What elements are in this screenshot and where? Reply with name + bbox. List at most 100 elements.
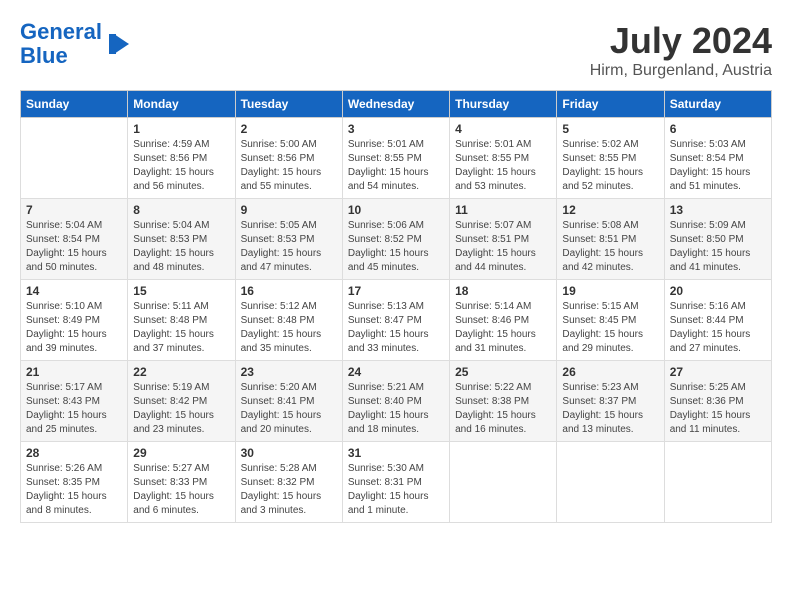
calendar-table: SundayMondayTuesdayWednesdayThursdayFrid… [20, 90, 772, 523]
day-info: Sunrise: 5:16 AM Sunset: 8:44 PM Dayligh… [670, 300, 766, 356]
day-number: 6 [670, 122, 766, 136]
day-info: Sunrise: 5:21 AM Sunset: 8:40 PM Dayligh… [348, 381, 444, 437]
day-number: 9 [241, 203, 337, 217]
day-number: 18 [455, 284, 551, 298]
weekday-header-row: SundayMondayTuesdayWednesdayThursdayFrid… [21, 91, 772, 118]
weekday-header-saturday: Saturday [664, 91, 771, 118]
day-info: Sunrise: 5:15 AM Sunset: 8:45 PM Dayligh… [562, 300, 658, 356]
day-info: Sunrise: 5:01 AM Sunset: 8:55 PM Dayligh… [348, 138, 444, 194]
day-number: 22 [133, 365, 229, 379]
month-year: July 2024 [590, 20, 772, 62]
weekday-header-friday: Friday [557, 91, 664, 118]
day-number: 17 [348, 284, 444, 298]
calendar-cell: 24Sunrise: 5:21 AM Sunset: 8:40 PM Dayli… [342, 361, 449, 442]
day-info: Sunrise: 4:59 AM Sunset: 8:56 PM Dayligh… [133, 138, 229, 194]
calendar-cell: 14 Sunrise: 5:10 AM Sunset: 8:49 PM Dayli… [21, 280, 128, 361]
day-number: 7 [26, 203, 122, 217]
day-number: 19 [562, 284, 658, 298]
day-info: Sunrise: 5:10 AM Sunset: 8:49 PM Dayligh… [26, 300, 122, 356]
day-number: 2 [241, 122, 337, 136]
week-row-4: 21Sunrise: 5:17 AM Sunset: 8:43 PM Dayli… [21, 361, 772, 442]
day-number: 1 [133, 122, 229, 136]
logo-text: GeneralBlue [20, 20, 102, 68]
location: Hirm, Burgenland, Austria [590, 62, 772, 80]
calendar-cell: 5Sunrise: 5:02 AM Sunset: 8:55 PM Daylig… [557, 118, 664, 199]
week-row-2: 7 Sunrise: 5:04 AM Sunset: 8:54 PM Daylig… [21, 199, 772, 280]
logo-icon [104, 29, 134, 59]
day-number: 3 [348, 122, 444, 136]
title-area: July 2024 Hirm, Burgenland, Austria [590, 20, 772, 80]
day-number: 5 [562, 122, 658, 136]
day-info: Sunrise: 5:01 AM Sunset: 8:55 PM Dayligh… [455, 138, 551, 194]
day-info: Sunrise: 5:13 AM Sunset: 8:47 PM Dayligh… [348, 300, 444, 356]
logo: GeneralBlue [20, 20, 134, 68]
calendar-cell: 17 Sunrise: 5:13 AM Sunset: 8:47 PM Dayli… [342, 280, 449, 361]
calendar-cell: 20 Sunrise: 5:16 AM Sunset: 8:44 PM Dayli… [664, 280, 771, 361]
day-info: Sunrise: 5:23 AM Sunset: 8:37 PM Dayligh… [562, 381, 658, 437]
day-number: 23 [241, 365, 337, 379]
weekday-header-wednesday: Wednesday [342, 91, 449, 118]
calendar-cell [664, 442, 771, 523]
page-header: GeneralBlue July 2024 Hirm, Burgenland, … [20, 20, 772, 80]
weekday-header-tuesday: Tuesday [235, 91, 342, 118]
day-number: 4 [455, 122, 551, 136]
calendar-cell: 6Sunrise: 5:03 AM Sunset: 8:54 PM Daylig… [664, 118, 771, 199]
calendar-cell [21, 118, 128, 199]
day-number: 31 [348, 446, 444, 460]
calendar-cell: 9Sunrise: 5:05 AM Sunset: 8:53 PM Daylig… [235, 199, 342, 280]
calendar-cell: 31 Sunrise: 5:30 AM Sunset: 8:31 PM Dayli… [342, 442, 449, 523]
day-number: 15 [133, 284, 229, 298]
day-number: 13 [670, 203, 766, 217]
calendar-cell: 2Sunrise: 5:00 AM Sunset: 8:56 PM Daylig… [235, 118, 342, 199]
day-info: Sunrise: 5:25 AM Sunset: 8:36 PM Dayligh… [670, 381, 766, 437]
week-row-5: 28Sunrise: 5:26 AM Sunset: 8:35 PM Dayli… [21, 442, 772, 523]
calendar-cell: 13 Sunrise: 5:09 AM Sunset: 8:50 PM Dayli… [664, 199, 771, 280]
day-number: 25 [455, 365, 551, 379]
week-row-1: 1 Sunrise: 4:59 AM Sunset: 8:56 PM Daylig… [21, 118, 772, 199]
day-info: Sunrise: 5:22 AM Sunset: 8:38 PM Dayligh… [455, 381, 551, 437]
calendar-cell: 27 Sunrise: 5:25 AM Sunset: 8:36 PM Dayli… [664, 361, 771, 442]
day-number: 10 [348, 203, 444, 217]
calendar-cell: 28Sunrise: 5:26 AM Sunset: 8:35 PM Dayli… [21, 442, 128, 523]
calendar-cell: 4 Sunrise: 5:01 AM Sunset: 8:55 PM Daylig… [450, 118, 557, 199]
calendar-cell: 7 Sunrise: 5:04 AM Sunset: 8:54 PM Daylig… [21, 199, 128, 280]
day-info: Sunrise: 5:28 AM Sunset: 8:32 PM Dayligh… [241, 462, 337, 518]
weekday-header-sunday: Sunday [21, 91, 128, 118]
calendar-cell [557, 442, 664, 523]
day-info: Sunrise: 5:07 AM Sunset: 8:51 PM Dayligh… [455, 219, 551, 275]
calendar-cell: 22 Sunrise: 5:19 AM Sunset: 8:42 PM Dayli… [128, 361, 235, 442]
calendar-cell: 18 Sunrise: 5:14 AM Sunset: 8:46 PM Dayli… [450, 280, 557, 361]
day-number: 14 [26, 284, 122, 298]
day-info: Sunrise: 5:11 AM Sunset: 8:48 PM Dayligh… [133, 300, 229, 356]
day-info: Sunrise: 5:12 AM Sunset: 8:48 PM Dayligh… [241, 300, 337, 356]
day-info: Sunrise: 5:30 AM Sunset: 8:31 PM Dayligh… [348, 462, 444, 518]
day-info: Sunrise: 5:27 AM Sunset: 8:33 PM Dayligh… [133, 462, 229, 518]
calendar-cell: 19 Sunrise: 5:15 AM Sunset: 8:45 PM Dayli… [557, 280, 664, 361]
calendar-cell: 29 Sunrise: 5:27 AM Sunset: 8:33 PM Dayli… [128, 442, 235, 523]
calendar-cell: 26Sunrise: 5:23 AM Sunset: 8:37 PM Dayli… [557, 361, 664, 442]
day-number: 29 [133, 446, 229, 460]
day-info: Sunrise: 5:08 AM Sunset: 8:51 PM Dayligh… [562, 219, 658, 275]
day-info: Sunrise: 5:19 AM Sunset: 8:42 PM Dayligh… [133, 381, 229, 437]
day-number: 11 [455, 203, 551, 217]
calendar-cell: 10 Sunrise: 5:06 AM Sunset: 8:52 PM Dayli… [342, 199, 449, 280]
day-number: 27 [670, 365, 766, 379]
calendar-cell: 30Sunrise: 5:28 AM Sunset: 8:32 PM Dayli… [235, 442, 342, 523]
day-info: Sunrise: 5:09 AM Sunset: 8:50 PM Dayligh… [670, 219, 766, 275]
day-number: 8 [133, 203, 229, 217]
calendar-cell [450, 442, 557, 523]
day-info: Sunrise: 5:04 AM Sunset: 8:54 PM Dayligh… [26, 219, 122, 275]
calendar-cell: 3 Sunrise: 5:01 AM Sunset: 8:55 PM Daylig… [342, 118, 449, 199]
day-info: Sunrise: 5:14 AM Sunset: 8:46 PM Dayligh… [455, 300, 551, 356]
day-number: 16 [241, 284, 337, 298]
calendar-cell: 21Sunrise: 5:17 AM Sunset: 8:43 PM Dayli… [21, 361, 128, 442]
calendar-cell: 12Sunrise: 5:08 AM Sunset: 8:51 PM Dayli… [557, 199, 664, 280]
day-info: Sunrise: 5:06 AM Sunset: 8:52 PM Dayligh… [348, 219, 444, 275]
calendar-cell: 15 Sunrise: 5:11 AM Sunset: 8:48 PM Dayli… [128, 280, 235, 361]
calendar-cell: 8 Sunrise: 5:04 AM Sunset: 8:53 PM Daylig… [128, 199, 235, 280]
day-info: Sunrise: 5:04 AM Sunset: 8:53 PM Dayligh… [133, 219, 229, 275]
calendar-cell: 11 Sunrise: 5:07 AM Sunset: 8:51 PM Dayli… [450, 199, 557, 280]
day-info: Sunrise: 5:20 AM Sunset: 8:41 PM Dayligh… [241, 381, 337, 437]
day-number: 21 [26, 365, 122, 379]
day-number: 20 [670, 284, 766, 298]
